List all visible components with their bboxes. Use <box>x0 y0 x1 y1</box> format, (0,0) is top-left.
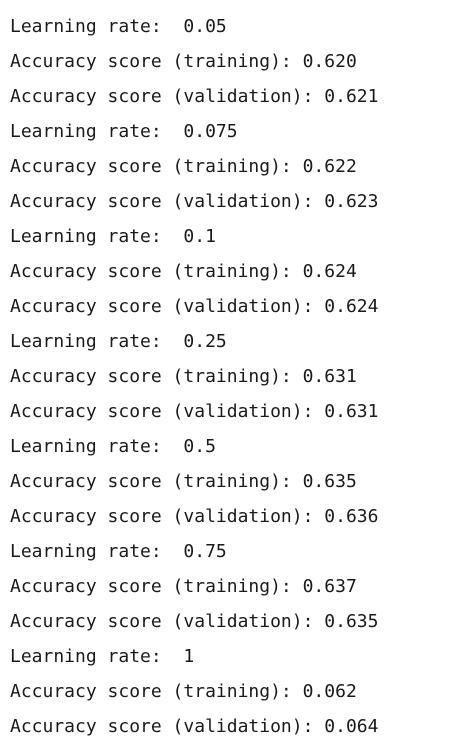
output-line-learning-rate: Learning rate: 0.05 <box>10 16 227 37</box>
output-line-training-accuracy: Accuracy score (training): 0.620 <box>10 51 357 72</box>
output-line-validation-accuracy: Accuracy score (validation): 0.636 <box>10 506 379 527</box>
output-line-validation-accuracy: Accuracy score (validation): 0.623 <box>10 191 379 212</box>
output-line-validation-accuracy: Accuracy score (validation): 0.064 <box>10 716 379 737</box>
output-line-validation-accuracy: Accuracy score (validation): 0.631 <box>10 401 379 422</box>
output-line-validation-accuracy: Accuracy score (validation): 0.635 <box>10 611 379 632</box>
output-line-training-accuracy: Accuracy score (training): 0.624 <box>10 261 357 282</box>
output-line-validation-accuracy: Accuracy score (validation): 0.624 <box>10 296 379 317</box>
output-line-validation-accuracy: Accuracy score (validation): 0.621 <box>10 86 379 107</box>
output-line-training-accuracy: Accuracy score (training): 0.622 <box>10 156 357 177</box>
output-line-learning-rate: Learning rate: 0.25 <box>10 331 227 352</box>
output-line-learning-rate: Learning rate: 0.075 <box>10 121 238 142</box>
output-line-training-accuracy: Accuracy score (training): 0.062 <box>10 681 357 702</box>
output-line-learning-rate: Learning rate: 0.5 <box>10 436 216 457</box>
output-line-training-accuracy: Accuracy score (training): 0.637 <box>10 576 357 597</box>
output-line-learning-rate: Learning rate: 0.75 <box>10 541 227 562</box>
console-output: Learning rate: 0.05 Accuracy score (trai… <box>10 9 378 744</box>
output-line-learning-rate: Learning rate: 0.1 <box>10 226 216 247</box>
output-line-training-accuracy: Accuracy score (training): 0.635 <box>10 471 357 492</box>
output-line-training-accuracy: Accuracy score (training): 0.631 <box>10 366 357 387</box>
output-line-learning-rate: Learning rate: 1 <box>10 646 195 667</box>
